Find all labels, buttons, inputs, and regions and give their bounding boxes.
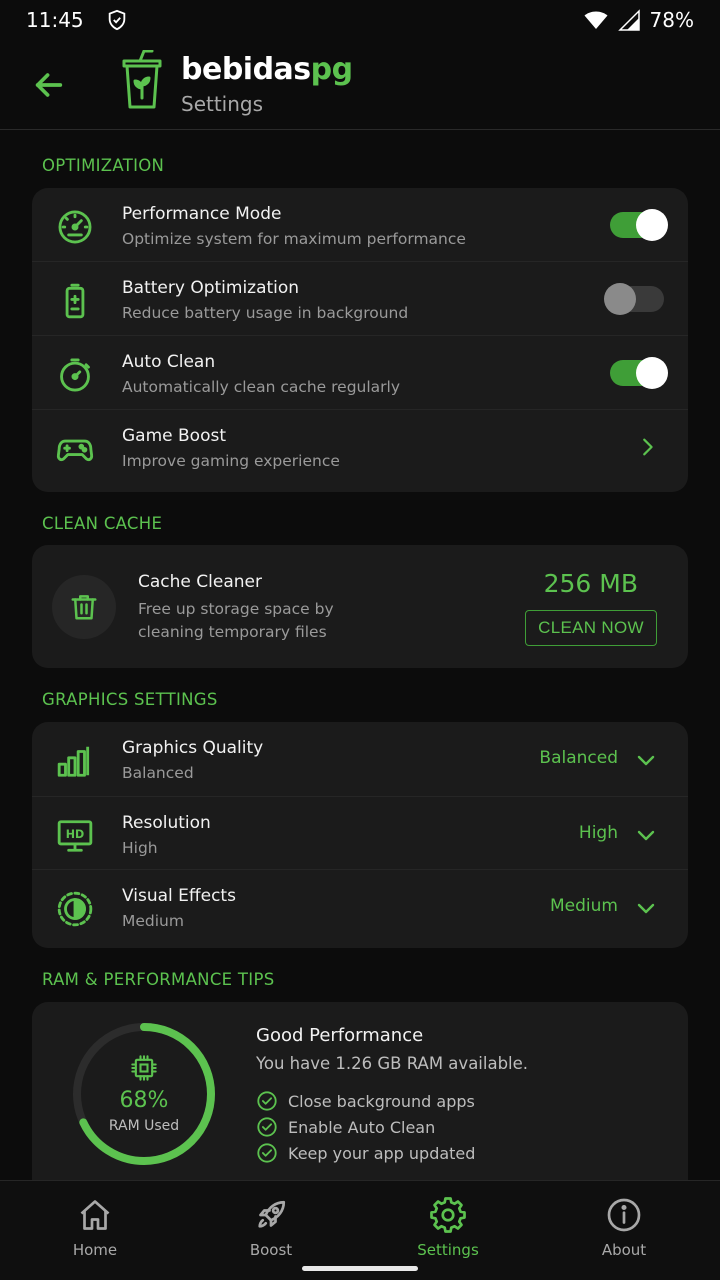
optimization-card: Performance Mode Optimize system for max… [32,188,688,492]
setting-title: Graphics Quality [122,738,264,758]
setting-subtitle: Improve gaming experience [122,452,340,470]
section-title-clean-cache: CLEAN CACHE [42,514,163,533]
info-icon [607,1198,641,1232]
tip-item: Keep your app updated [256,1142,475,1164]
cache-icon-container [52,575,116,639]
home-icon [80,1200,110,1230]
tip-item: Enable Auto Clean [256,1116,435,1138]
setting-row-visual-effects[interactable]: Visual Effects Medium Medium [32,870,688,948]
setting-subtitle: Automatically clean cache regularly [122,378,401,396]
toggle-knob [636,357,668,389]
setting-row-game-boost[interactable]: Game Boost Improve gaming experience [32,410,688,484]
signal-icon [617,9,640,31]
nav-about[interactable]: About [564,1197,684,1259]
shield-icon [108,9,125,31]
section-title-ram: RAM & PERFORMANCE TIPS [42,970,275,989]
tip-text: Enable Auto Clean [288,1117,436,1137]
graphics-quality-select[interactable]: Balanced [539,748,618,768]
wifi-icon [584,11,608,29]
page-title: Settings [181,92,264,116]
visual-effects-select[interactable]: Medium [550,896,618,916]
battery-optimization-toggle[interactable] [604,283,664,315]
tip-item: Close background apps [256,1090,475,1112]
setting-row-auto-clean[interactable]: Auto Clean Automatically clean cache reg… [32,336,688,410]
setting-row-performance-mode[interactable]: Performance Mode Optimize system for max… [32,188,688,262]
chevron-down-icon[interactable] [634,823,658,847]
auto-clean-toggle[interactable] [610,357,668,389]
section-title-graphics: GRAPHICS SETTINGS [42,690,218,709]
home-indicator[interactable] [302,1266,418,1271]
chevron-right-icon[interactable] [636,436,658,458]
setting-title: Visual Effects [122,886,236,906]
check-circle-icon [257,1143,277,1163]
setting-title: Resolution [122,813,211,833]
toggle-knob [636,209,668,241]
visual-effects-icon [57,891,93,927]
logo-cup-icon [122,50,162,109]
chevron-down-icon[interactable] [634,748,658,772]
svg-text:HD: HD [66,828,84,841]
setting-title: Battery Optimization [122,278,300,298]
graphics-card: Graphics Quality Balanced Balanced HD Re… [32,722,688,948]
ram-status-subtitle: You have 1.26 GB RAM available. [256,1054,529,1073]
trash-icon [71,595,97,620]
chevron-down-icon[interactable] [634,896,658,920]
nav-boost[interactable]: Boost [211,1197,331,1259]
back-arrow-icon[interactable] [32,68,66,102]
bar-chart-icon [57,746,90,777]
check-circle-icon [257,1091,277,1111]
setting-row-resolution[interactable]: HD Resolution High High [32,797,688,870]
hd-monitor-icon: HD [57,820,93,852]
setting-subtitle: Balanced [122,764,194,782]
setting-title: Auto Clean [122,352,216,372]
nav-label: Boost [249,1241,293,1259]
setting-subtitle: Reduce battery usage in background [122,304,409,322]
battery-percent: 78% [649,8,694,32]
ram-card: 68% RAM Used Good Performance You have 1… [32,1002,688,1182]
ram-status-title: Good Performance [256,1025,424,1046]
setting-subtitle: Optimize system for maximum performance [122,230,466,248]
nav-label: Settings [417,1241,479,1259]
setting-title: Performance Mode [122,204,282,224]
status-time: 11:45 [26,8,84,32]
status-bar: 11:45 78% [0,0,720,40]
setting-title: Game Boost [122,426,227,446]
speedometer-icon [58,210,92,244]
tip-text: Keep your app updated [288,1143,476,1163]
ram-label: RAM Used [108,1118,180,1134]
gear-icon [430,1197,466,1233]
bottom-navigation: Home Boost Settings About [0,1180,720,1280]
app-header: bebidaspg Settings [0,40,720,130]
ram-percent: 68% [119,1088,169,1113]
nav-home[interactable]: Home [35,1197,155,1259]
battery-icon [65,283,85,319]
check-circle-icon [257,1117,277,1137]
cache-description: Free up storage space by cleaning tempor… [138,600,334,641]
gamepad-icon [56,439,94,462]
section-title-optimization: OPTIMIZATION [42,156,165,175]
cache-card: Cache Cleaner Free up storage space by c… [32,545,688,668]
app-brand-name: bebidaspg [181,52,353,87]
rocket-icon [258,1200,286,1228]
nav-label: Home [72,1241,118,1259]
setting-subtitle: High [122,839,158,857]
performance-mode-toggle[interactable] [610,209,668,241]
auto-clean-timer-icon [60,358,90,392]
chip-icon [131,1055,157,1081]
setting-row-graphics-quality[interactable]: Graphics Quality Balanced Balanced [32,722,688,797]
resolution-select[interactable]: High [579,823,618,843]
nav-settings[interactable]: Settings [388,1197,508,1259]
toggle-knob [604,283,636,315]
setting-subtitle: Medium [122,912,184,930]
cache-size: 256 MB [543,569,638,598]
tip-text: Close background apps [288,1091,475,1111]
clean-now-button[interactable]: CLEAN NOW [525,610,657,646]
nav-label: About [601,1241,647,1259]
cache-title: Cache Cleaner [138,572,262,592]
setting-row-battery-optimization[interactable]: Battery Optimization Reduce battery usag… [32,262,688,336]
